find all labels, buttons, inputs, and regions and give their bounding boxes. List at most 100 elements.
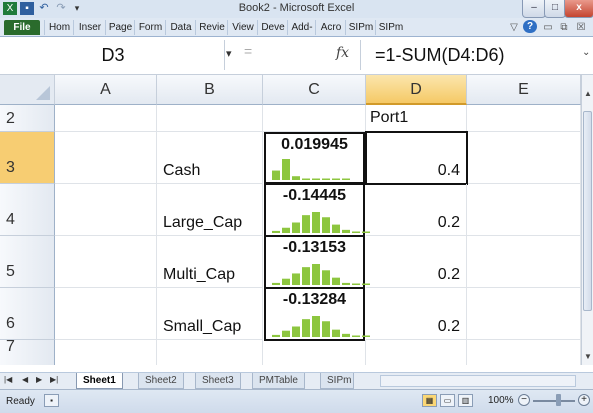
sheet-tab-sheet3[interactable]: Sheet3 bbox=[195, 373, 241, 389]
prev-sheet-icon[interactable]: ◀ bbox=[22, 375, 28, 384]
minimize-ribbon-icon[interactable]: ▽ bbox=[507, 20, 521, 35]
zoom-slider-thumb[interactable] bbox=[556, 394, 561, 406]
cell-e2[interactable] bbox=[467, 105, 581, 132]
cell-a6[interactable] bbox=[55, 288, 157, 340]
zoom-level[interactable]: 100% bbox=[488, 395, 514, 406]
row-header-3[interactable]: 3 bbox=[0, 132, 55, 184]
help-icon[interactable]: ? bbox=[523, 20, 537, 33]
close-button[interactable]: x bbox=[564, 0, 593, 18]
macro-record-icon[interactable]: ▪ bbox=[44, 394, 59, 407]
formula-bar: D3 ▾ = fx =1-SUM(D4:D6) ⌄ bbox=[0, 37, 593, 75]
zoom-in-icon[interactable]: + bbox=[578, 394, 590, 406]
sparkline-bar bbox=[292, 176, 300, 180]
scroll-up-icon[interactable]: ▲ bbox=[584, 89, 592, 98]
cell-b5[interactable]: Multi_Cap bbox=[157, 236, 263, 288]
cell-e5[interactable] bbox=[467, 236, 581, 288]
select-all-corner[interactable] bbox=[0, 75, 55, 105]
column-header-a[interactable]: A bbox=[55, 75, 157, 105]
cell-b4[interactable]: Large_Cap bbox=[157, 184, 263, 236]
window-title: Book2 - Microsoft Excel bbox=[238, 2, 355, 14]
cell-a5[interactable] bbox=[55, 236, 157, 288]
tab-file[interactable]: File bbox=[4, 20, 40, 35]
sparkline-cell-c6[interactable]: -0.13284 bbox=[264, 287, 370, 341]
status-bar: Ready ▪ ▦ ▭ ▥ 100% − + bbox=[0, 389, 593, 413]
cell-d2[interactable]: Port1 bbox=[366, 105, 467, 132]
sparkline-bar bbox=[302, 267, 310, 285]
tab-home[interactable]: Hom bbox=[44, 20, 74, 35]
scroll-down-icon[interactable]: ▼ bbox=[584, 352, 592, 361]
formula-input[interactable]: =1-SUM(D4:D6) bbox=[360, 40, 593, 70]
sheet-tab-pmtable[interactable]: PMTable bbox=[252, 373, 305, 389]
cell-e7[interactable] bbox=[467, 340, 581, 365]
cell-e4[interactable] bbox=[467, 184, 581, 236]
expand-formula-bar-icon[interactable]: ⌄ bbox=[582, 47, 590, 58]
column-header-b[interactable]: B bbox=[157, 75, 263, 105]
cell-b3[interactable]: Cash bbox=[157, 132, 263, 184]
tab-sipmath-2[interactable]: SIPm bbox=[375, 20, 406, 35]
tab-review[interactable]: Revie bbox=[195, 20, 228, 35]
first-sheet-icon[interactable]: |◀ bbox=[4, 375, 12, 384]
workbook-close-icon[interactable]: ☒ bbox=[574, 20, 588, 35]
row-header-6[interactable]: 6 bbox=[0, 288, 55, 340]
cell-a2[interactable] bbox=[55, 105, 157, 132]
formula-cancel-icon[interactable]: = bbox=[244, 43, 252, 59]
tab-page-layout[interactable]: Page bbox=[105, 20, 135, 35]
cell-b2[interactable] bbox=[157, 105, 263, 132]
tab-add-ins[interactable]: Add- bbox=[287, 20, 316, 35]
sparkline-cell-c3[interactable]: 0.019945 bbox=[264, 132, 365, 184]
cell-d2-text: Port1 bbox=[370, 109, 409, 126]
cell-c2[interactable] bbox=[263, 105, 366, 132]
row-header-7[interactable]: 7 bbox=[0, 339, 55, 365]
cell-b7[interactable] bbox=[157, 340, 263, 365]
page-layout-view-icon[interactable]: ▭ bbox=[440, 394, 455, 407]
last-sheet-icon[interactable]: ▶| bbox=[50, 375, 58, 384]
tab-formulas[interactable]: Form bbox=[134, 20, 166, 35]
tab-view[interactable]: View bbox=[227, 20, 258, 35]
tab-insert[interactable]: Inser bbox=[73, 20, 106, 35]
cell-b6[interactable]: Small_Cap bbox=[157, 288, 263, 340]
sparkline-bar bbox=[292, 222, 300, 233]
zoom-out-icon[interactable]: − bbox=[518, 394, 530, 406]
row-header-5[interactable]: 5 bbox=[0, 236, 55, 288]
name-box[interactable]: D3 bbox=[2, 40, 225, 70]
sparkline-bar bbox=[362, 231, 370, 233]
workbook-restore-icon[interactable]: ⧉ bbox=[557, 20, 571, 35]
page-break-view-icon[interactable]: ▥ bbox=[458, 394, 473, 407]
workbook-minimize-icon[interactable]: ▭ bbox=[541, 20, 555, 35]
active-cell-d3[interactable] bbox=[365, 131, 468, 185]
sparkline-cell-c4[interactable]: -0.14445 bbox=[264, 183, 370, 237]
sparkline-bar bbox=[352, 231, 360, 233]
cell-a4[interactable] bbox=[55, 184, 157, 236]
column-header-d[interactable]: D bbox=[366, 75, 467, 105]
sparkline-cell-c5[interactable]: -0.13153 bbox=[264, 235, 370, 289]
column-header-c[interactable]: C bbox=[263, 75, 366, 105]
cell-c7[interactable] bbox=[263, 340, 366, 365]
sparkline-bar bbox=[272, 170, 280, 180]
cell-d7[interactable] bbox=[366, 340, 467, 365]
sparkline-bar bbox=[282, 227, 290, 233]
minimize-button[interactable]: – bbox=[522, 0, 546, 18]
vertical-scroll-thumb[interactable] bbox=[583, 111, 592, 311]
horizontal-scrollbar[interactable] bbox=[380, 375, 576, 387]
sheet-tab-sheet1[interactable]: Sheet1 bbox=[76, 373, 123, 389]
name-box-dropdown-icon[interactable]: ▾ bbox=[226, 47, 232, 60]
cell-e6[interactable] bbox=[467, 288, 581, 340]
cell-a7[interactable] bbox=[55, 340, 157, 365]
zoom-slider[interactable] bbox=[533, 400, 575, 402]
column-header-e[interactable]: E bbox=[467, 75, 581, 105]
sheet-tab-sipm[interactable]: SIPm bbox=[320, 373, 354, 389]
vertical-scrollbar[interactable]: ▲ ▼ bbox=[581, 75, 593, 365]
tab-sipmath-1[interactable]: SIPm bbox=[345, 20, 376, 35]
maximize-button[interactable]: □ bbox=[544, 0, 566, 18]
normal-view-icon[interactable]: ▦ bbox=[422, 394, 437, 407]
next-sheet-icon[interactable]: ▶ bbox=[36, 375, 42, 384]
cell-a3[interactable] bbox=[55, 132, 157, 184]
cell-e3[interactable] bbox=[467, 132, 581, 184]
insert-function-icon[interactable]: fx bbox=[336, 45, 349, 61]
tab-acrobat[interactable]: Acro bbox=[315, 20, 346, 35]
row-header-2[interactable]: 2 bbox=[0, 105, 55, 132]
tab-developer[interactable]: Deve bbox=[257, 20, 288, 35]
sheet-tab-sheet2[interactable]: Sheet2 bbox=[138, 373, 184, 389]
row-header-4[interactable]: 4 bbox=[0, 184, 55, 236]
tab-data[interactable]: Data bbox=[165, 20, 196, 35]
